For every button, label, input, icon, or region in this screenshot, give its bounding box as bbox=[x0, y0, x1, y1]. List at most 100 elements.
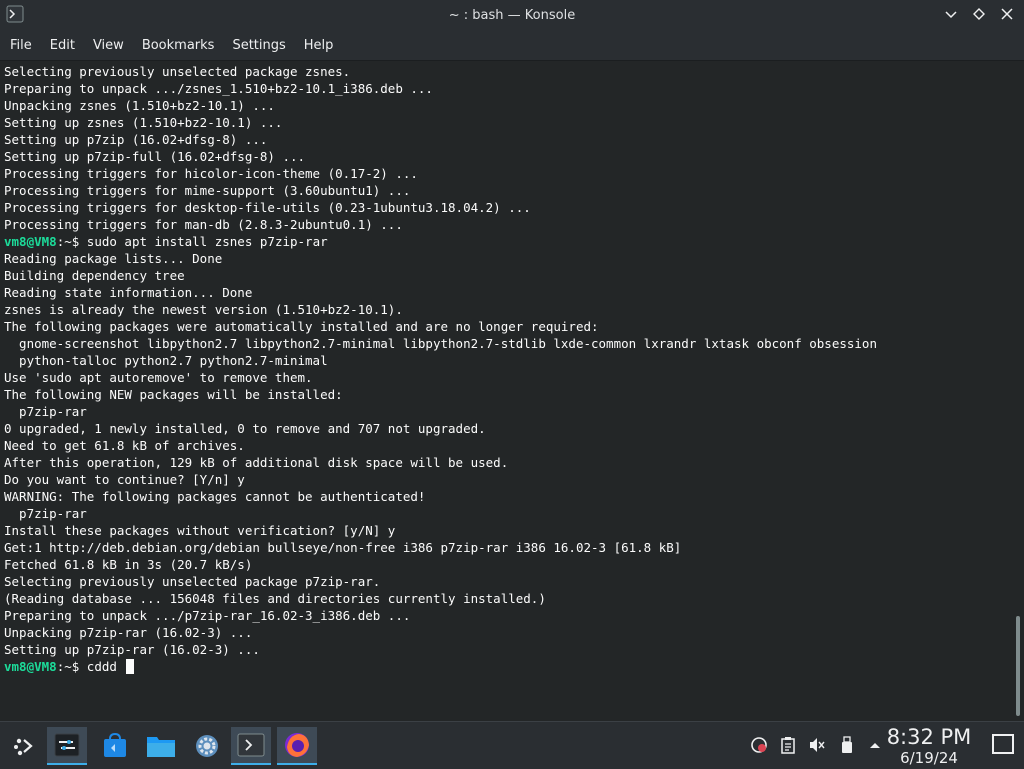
output-line: p7zip-rar bbox=[4, 505, 1012, 522]
terminal-scrollbar[interactable] bbox=[1012, 61, 1024, 721]
output-line: Setting up p7zip-rar (16.02-3) ... bbox=[4, 641, 1012, 658]
output-text: Setting up zsnes (1.510+bz2-10.1) ... bbox=[4, 115, 283, 130]
konsole-task-icon[interactable] bbox=[231, 727, 271, 765]
output-line: Fetched 61.8 kB in 3s (20.7 kB/s) bbox=[4, 556, 1012, 573]
prompt-line: vm8@VM8:~$ cddd bbox=[4, 658, 1012, 675]
output-line: The following NEW packages will be insta… bbox=[4, 386, 1012, 403]
output-line: The following packages were automaticall… bbox=[4, 318, 1012, 335]
clock-time: 8:32 PM bbox=[886, 725, 972, 749]
window-title: ~ : bash — Konsole bbox=[448, 7, 576, 23]
scrollbar-thumb[interactable] bbox=[1016, 616, 1020, 716]
output-text: 0 upgraded, 1 newly installed, 0 to remo… bbox=[4, 421, 486, 436]
output-line: Processing triggers for man-db (2.8.3-2u… bbox=[4, 216, 1012, 233]
output-line: Processing triggers for hicolor-icon-the… bbox=[4, 165, 1012, 182]
prompt-path: :~$ bbox=[56, 234, 87, 249]
output-text: Need to get 61.8 kB of archives. bbox=[4, 438, 245, 453]
output-line: Reading state information... Done bbox=[4, 284, 1012, 301]
output-line: Setting up p7zip-full (16.02+dfsg-8) ... bbox=[4, 148, 1012, 165]
output-line: Processing triggers for mime-support (3.… bbox=[4, 182, 1012, 199]
discover-store-icon[interactable] bbox=[95, 727, 135, 765]
output-text: Unpacking zsnes (1.510+bz2-10.1) ... bbox=[4, 98, 275, 113]
output-text: Setting up p7zip-rar (16.02-3) ... bbox=[4, 642, 260, 657]
output-text: p7zip-rar bbox=[4, 506, 87, 521]
prompt-path: :~$ bbox=[56, 659, 87, 674]
clipboard-icon[interactable] bbox=[779, 736, 797, 754]
taskbar: 8:32 PM 6/19/24 bbox=[0, 721, 1024, 769]
prompt-user-host: vm8@VM8 bbox=[4, 659, 57, 674]
output-text: python-talloc python2.7 python2.7-minima… bbox=[4, 353, 328, 368]
output-text: The following NEW packages will be insta… bbox=[4, 387, 343, 402]
chevron-up-icon[interactable] bbox=[866, 736, 884, 754]
output-text: Building dependency tree bbox=[4, 268, 185, 283]
prompt-line: vm8@VM8:~$ sudo apt install zsnes p7zip-… bbox=[4, 233, 1012, 250]
menu-settings[interactable]: Settings bbox=[226, 38, 291, 53]
output-text: Processing triggers for desktop-file-uti… bbox=[4, 200, 531, 215]
maximize-icon[interactable] bbox=[970, 5, 988, 23]
command-text: cddd bbox=[86, 659, 125, 674]
output-text: Processing triggers for man-db (2.8.3-2u… bbox=[4, 217, 403, 232]
output-line: zsnes is already the newest version (1.5… bbox=[4, 301, 1012, 318]
terminal-output[interactable]: Selecting previously unselected package … bbox=[0, 61, 1012, 721]
system-settings-task-icon[interactable] bbox=[47, 727, 87, 765]
output-text: Preparing to unpack .../p7zip-rar_16.02-… bbox=[4, 608, 411, 623]
menu-file[interactable]: File bbox=[4, 38, 38, 53]
output-line: Preparing to unpack .../p7zip-rar_16.02-… bbox=[4, 607, 1012, 624]
output-line: Setting up zsnes (1.510+bz2-10.1) ... bbox=[4, 114, 1012, 131]
menu-help[interactable]: Help bbox=[298, 38, 340, 53]
window-titlebar[interactable]: ~ : bash — Konsole bbox=[0, 0, 1024, 30]
application-launcher-icon[interactable] bbox=[4, 727, 44, 765]
output-line: Selecting previously unselected package … bbox=[4, 63, 1012, 80]
output-text: Use 'sudo apt autoremove' to remove them… bbox=[4, 370, 313, 385]
output-text: Get:1 http://deb.debian.org/debian bulls… bbox=[4, 540, 682, 555]
output-text: Do you want to continue? [Y/n] y bbox=[4, 472, 245, 487]
text-cursor bbox=[126, 659, 135, 674]
menu-bar: File Edit View Bookmarks Settings Help bbox=[0, 30, 1024, 61]
close-icon[interactable] bbox=[998, 5, 1016, 23]
output-line: Install these packages without verificat… bbox=[4, 522, 1012, 539]
output-text: Fetched 61.8 kB in 3s (20.7 kB/s) bbox=[4, 557, 253, 572]
output-line: 0 upgraded, 1 newly installed, 0 to remo… bbox=[4, 420, 1012, 437]
output-line: After this operation, 129 kB of addition… bbox=[4, 454, 1012, 471]
output-text: gnome-screenshot libpython2.7 libpython2… bbox=[4, 336, 877, 351]
konsole-app-icon[interactable] bbox=[6, 5, 24, 23]
output-text: Selecting previously unselected package … bbox=[4, 574, 381, 589]
system-settings-gear-icon[interactable] bbox=[187, 727, 227, 765]
output-text: Setting up p7zip (16.02+dfsg-8) ... bbox=[4, 132, 268, 147]
output-line: Need to get 61.8 kB of archives. bbox=[4, 437, 1012, 454]
output-text: Reading state information... Done bbox=[4, 285, 253, 300]
menu-bookmarks[interactable]: Bookmarks bbox=[136, 38, 221, 53]
output-text: WARNING: The following packages cannot b… bbox=[4, 489, 426, 504]
menu-view[interactable]: View bbox=[87, 38, 130, 53]
output-text: The following packages were automaticall… bbox=[4, 319, 599, 334]
output-text: Reading package lists... Done bbox=[4, 251, 223, 266]
removable-device-icon[interactable] bbox=[838, 736, 856, 754]
digital-clock[interactable]: 8:32 PM 6/19/24 bbox=[884, 725, 974, 767]
output-text: Unpacking p7zip-rar (16.02-3) ... bbox=[4, 625, 253, 640]
firefox-task-icon[interactable] bbox=[277, 727, 317, 765]
output-line: p7zip-rar bbox=[4, 403, 1012, 420]
prompt-user-host: vm8@VM8 bbox=[4, 234, 57, 249]
output-line: Setting up p7zip (16.02+dfsg-8) ... bbox=[4, 131, 1012, 148]
update-notification-icon[interactable] bbox=[750, 736, 768, 754]
menu-edit[interactable]: Edit bbox=[44, 38, 81, 53]
output-line: Building dependency tree bbox=[4, 267, 1012, 284]
output-line: Unpacking p7zip-rar (16.02-3) ... bbox=[4, 624, 1012, 641]
output-text: p7zip-rar bbox=[4, 404, 87, 419]
output-line: Selecting previously unselected package … bbox=[4, 573, 1012, 590]
output-line: Processing triggers for desktop-file-uti… bbox=[4, 199, 1012, 216]
volume-muted-icon[interactable] bbox=[808, 736, 826, 754]
file-manager-icon[interactable] bbox=[141, 727, 181, 765]
output-text: zsnes is already the newest version (1.5… bbox=[4, 302, 403, 317]
output-line: Do you want to continue? [Y/n] y bbox=[4, 471, 1012, 488]
output-line: (Reading database ... 156048 files and d… bbox=[4, 590, 1012, 607]
show-desktop-icon[interactable] bbox=[992, 734, 1014, 754]
output-text: (Reading database ... 156048 files and d… bbox=[4, 591, 546, 606]
output-text: Processing triggers for hicolor-icon-the… bbox=[4, 166, 418, 181]
minimize-icon[interactable] bbox=[942, 5, 960, 23]
output-line: Unpacking zsnes (1.510+bz2-10.1) ... bbox=[4, 97, 1012, 114]
terminal-lines: Selecting previously unselected package … bbox=[0, 61, 1012, 675]
output-text: Setting up p7zip-full (16.02+dfsg-8) ... bbox=[4, 149, 306, 164]
clock-date: 6/19/24 bbox=[900, 749, 958, 767]
output-line: gnome-screenshot libpython2.7 libpython2… bbox=[4, 335, 1012, 352]
output-text: Processing triggers for mime-support (3.… bbox=[4, 183, 411, 198]
